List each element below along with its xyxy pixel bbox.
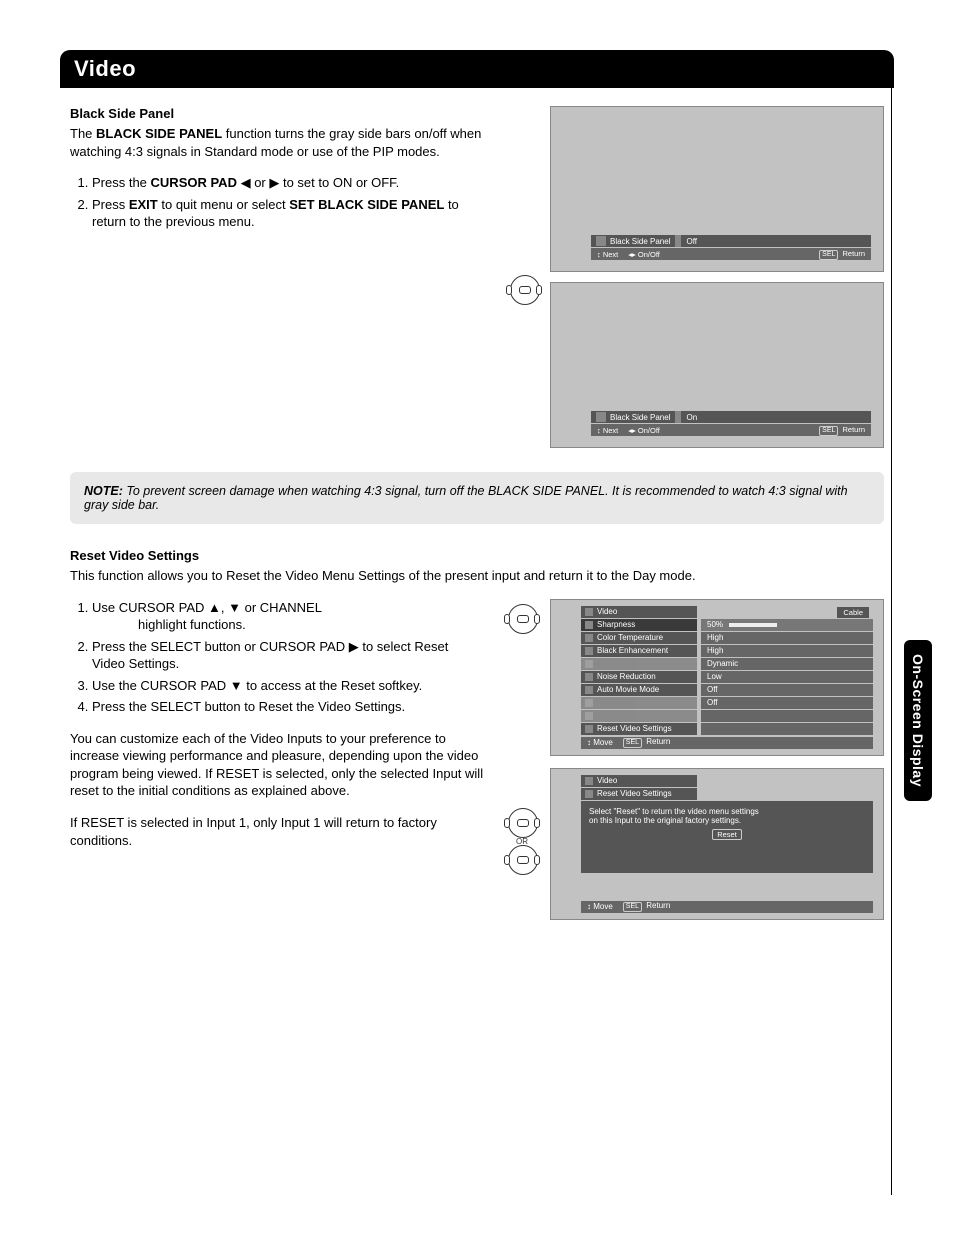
note-box: NOTE: To prevent screen damage when watc…: [70, 472, 884, 524]
section2-para2: You can customize each of the Video Inpu…: [70, 730, 484, 800]
reset-button[interactable]: Reset: [712, 829, 742, 840]
text-bold: BLACK SIDE PANEL: [96, 126, 222, 141]
step-2: Press EXIT to quit menu or select SET BL…: [92, 196, 484, 231]
menu-value: Off: [707, 685, 718, 694]
osd-value: On: [686, 413, 697, 422]
section1-steps: Press the CURSOR PAD ◀ or ▶ to set to ON…: [70, 174, 484, 231]
menu-item: Reset Video Settings: [597, 789, 672, 798]
foot-move: ↕ Move: [587, 738, 613, 747]
hint-next: ↕ Next: [597, 250, 618, 259]
menu-item: Black Enhancement: [597, 646, 668, 655]
text-bold: CURSOR PAD: [151, 175, 237, 190]
hint-return: SEL Return: [817, 425, 865, 436]
section2-steps: Use CURSOR PAD ▲, ▼ or CHANNEL highlight…: [70, 599, 484, 716]
remote-icon: [506, 276, 542, 305]
osd-screenshot-on: Black Side Panel On ↕ Next ◂▸ On/Off SEL…: [550, 282, 884, 448]
menu-item: Auto Movie Mode: [597, 685, 659, 694]
text: The: [70, 126, 96, 141]
text-bold: SET BLACK SIDE PANEL: [289, 197, 444, 212]
hint-next: ↕ Next: [597, 426, 618, 435]
text: Press: [92, 197, 129, 212]
text: to quit menu or select: [158, 197, 290, 212]
osd-value: Off: [686, 237, 697, 246]
menu-value: High: [707, 633, 723, 642]
step-1: Use CURSOR PAD ▲, ▼ or CHANNEL highlight…: [92, 599, 484, 634]
video-menu-screenshot: Cable Video ▲ Sharpness50% Color Tempera…: [550, 599, 884, 756]
step-2: Press the SELECT button or CURSOR PAD ▶ …: [92, 638, 484, 673]
step-4: Press the SELECT button to Reset the Vid…: [92, 698, 484, 716]
section2-intro: This function allows you to Reset the Vi…: [70, 567, 884, 585]
menu-item: Color Temperature: [597, 633, 663, 642]
osd-item-label: Black Side Panel: [610, 413, 670, 422]
menu-value: Off: [707, 698, 718, 707]
section2-heading: Reset Video Settings: [70, 548, 884, 563]
foot-move: ↕ Move: [587, 902, 613, 911]
section1-intro: The BLACK SIDE PANEL function turns the …: [70, 125, 484, 160]
menu-value: 50%: [707, 620, 723, 629]
osd-screenshot-off: Black Side Panel Off ↕ Next ◂▸ On/Off SE…: [550, 106, 884, 272]
page-title: Video: [60, 50, 894, 88]
menu-icon: [596, 412, 606, 422]
remote-icon: [504, 846, 540, 872]
menu-item: Noise Reduction: [597, 672, 656, 681]
foot-return: SEL Return: [621, 737, 670, 748]
foot-return: SEL Return: [621, 901, 670, 912]
side-tab: On-Screen Display: [904, 640, 932, 801]
remote-icon: [504, 809, 540, 835]
text-bold: EXIT: [129, 197, 158, 212]
step-1: Press the CURSOR PAD ◀ or ▶ to set to ON…: [92, 174, 484, 192]
text: Press the: [92, 175, 151, 190]
reset-menu-screenshot: Video Reset Video Settings Select "Reset…: [550, 768, 884, 920]
menu-item: Reset Video Settings: [597, 724, 672, 733]
menu-icon: [596, 236, 606, 246]
vertical-divider: [891, 70, 892, 1195]
hint-return: SEL Return: [817, 249, 865, 260]
section2-para3: If RESET is selected in Input 1, only In…: [70, 814, 484, 849]
progress-bar: [729, 623, 777, 627]
input-tag: Cable: [837, 607, 869, 618]
reset-message: Select "Reset" to return the video menu …: [581, 801, 873, 873]
remote-icon: [504, 605, 540, 634]
hint-onoff: ◂▸ On/Off: [628, 250, 660, 259]
menu-value: Dynamic: [707, 659, 738, 668]
menu-item: Sharpness: [597, 620, 635, 629]
note-text: To prevent screen damage when watching 4…: [84, 484, 848, 512]
note-label: NOTE:: [84, 484, 123, 498]
remote-or-stack: OR: [504, 809, 540, 874]
hint-onoff: ◂▸ On/Off: [628, 426, 660, 435]
step-3: Use the CURSOR PAD ▼ to access at the Re…: [92, 677, 484, 695]
menu-value: High: [707, 646, 723, 655]
menu-title: Video: [597, 776, 617, 785]
text: ◀ or ▶ to set to ON or OFF.: [237, 175, 399, 190]
osd-item-label: Black Side Panel: [610, 237, 670, 246]
menu-value: Low: [707, 672, 722, 681]
section1-heading: Black Side Panel: [70, 106, 484, 121]
menu-title: Video: [597, 607, 617, 616]
